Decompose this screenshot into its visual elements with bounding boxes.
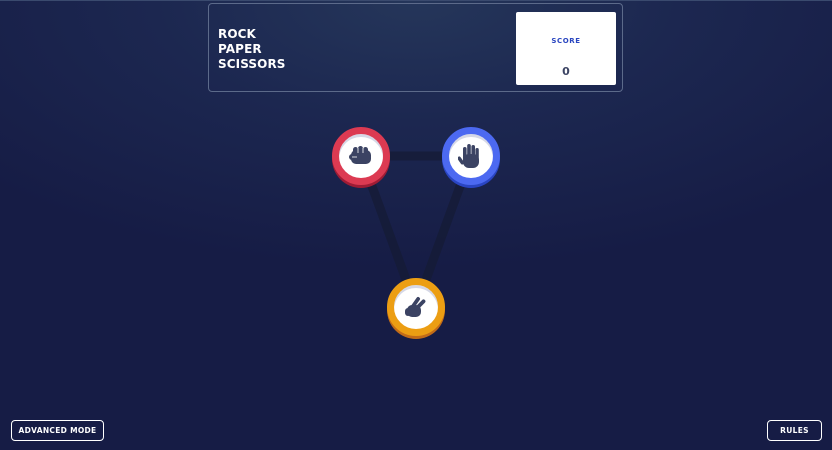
open-hand-icon — [458, 144, 479, 168]
fist-icon — [349, 146, 371, 164]
choice-triangle — [356, 151, 476, 312]
rock-choice-button[interactable] — [332, 127, 390, 185]
paper-choice-button[interactable] — [442, 127, 500, 185]
scissors-choice-button[interactable] — [387, 278, 445, 336]
peace-hand-icon — [405, 297, 426, 317]
advanced-mode-button[interactable]: ADVANCED MODE — [11, 420, 104, 441]
rules-button[interactable]: RULES — [767, 420, 822, 441]
